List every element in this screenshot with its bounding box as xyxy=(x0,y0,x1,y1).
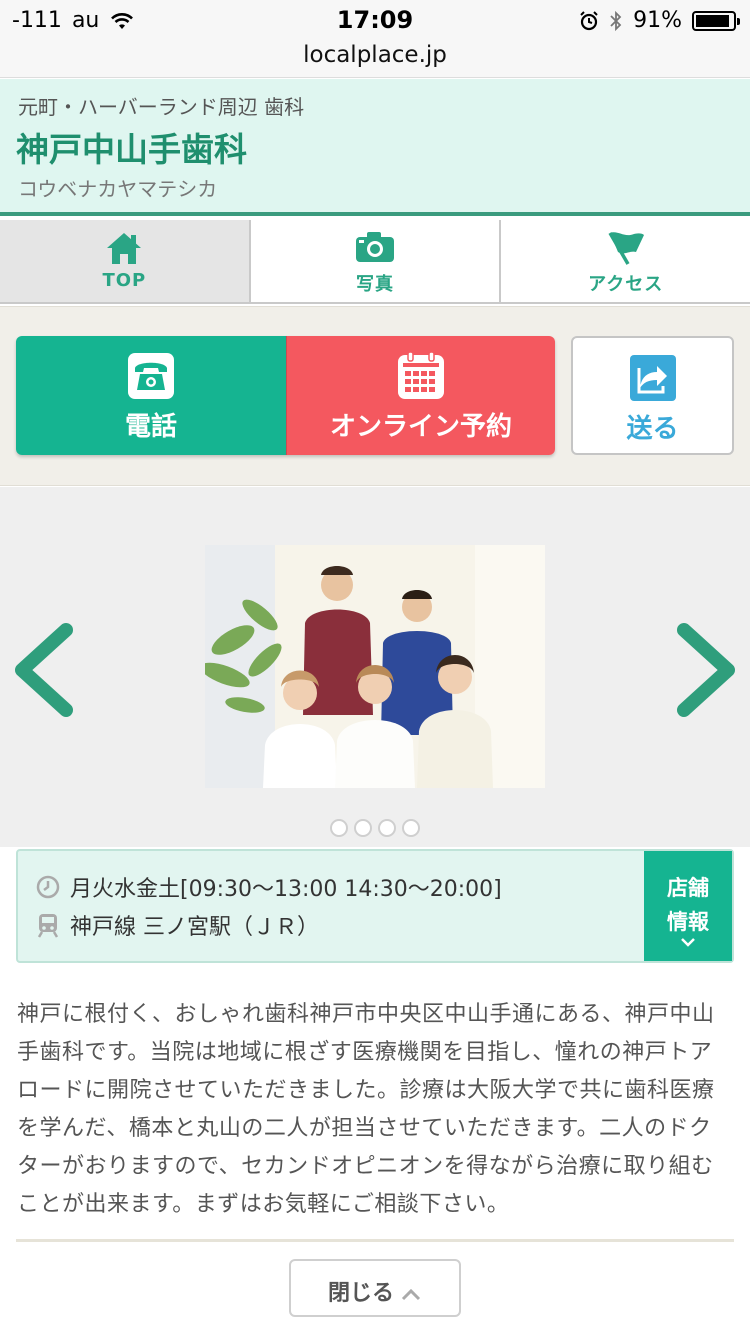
url-text: localplace.jp xyxy=(303,42,447,68)
calendar-icon xyxy=(398,352,444,399)
address-bar[interactable]: localplace.jp xyxy=(0,40,750,78)
share-icon xyxy=(629,355,676,401)
chevron-down-icon xyxy=(681,938,695,947)
phone-icon xyxy=(128,353,174,399)
section-divider xyxy=(16,1239,734,1242)
online-reservation-button[interactable]: オンライン予約 xyxy=(286,336,555,455)
tab-access-label: アクセス xyxy=(588,274,664,295)
carousel-dot[interactable] xyxy=(402,819,420,837)
carousel-dot[interactable] xyxy=(354,819,372,837)
close-label: 閉じる xyxy=(327,1281,394,1306)
tab-access[interactable]: アクセス xyxy=(501,220,750,302)
shop-description: 神戸に根付く、おしゃれ歯科神戸市中央区中山手通にある、神戸中山手歯科です。当院は… xyxy=(17,1002,715,1217)
clock-icon xyxy=(36,875,60,899)
tab-photo-label: 写真 xyxy=(356,274,394,295)
business-hours-row: 月火水金土[09:30〜13:00 14:30〜20:00] xyxy=(36,871,502,903)
send-label: 送る xyxy=(626,414,679,444)
action-panel: 電話 オンライン予約 送る xyxy=(0,306,750,486)
shop-summary: 月火水金土[09:30〜13:00 14:30〜20:00] 神戸線 三ノ宮駅（… xyxy=(16,849,734,963)
tab-top[interactable]: TOP xyxy=(0,220,251,302)
phone-label: 電話 xyxy=(124,412,177,442)
shop-header: 元町・ハーバーランド周辺 歯科 神戸中山手歯科 コウベナカヤマテシカ xyxy=(0,79,750,216)
flag-icon xyxy=(608,232,644,265)
staff-photo-image xyxy=(205,545,545,788)
home-icon xyxy=(107,233,142,264)
battery-level xyxy=(696,14,729,27)
chevron-up-icon xyxy=(401,1288,421,1301)
battery-percent: 91% xyxy=(633,8,682,33)
shop-info-label-1: 店舗 xyxy=(667,876,709,900)
shop-area-category: 元町・ハーバーランド周辺 歯科 xyxy=(18,95,305,119)
camera-icon xyxy=(356,232,394,262)
shop-info-button[interactable]: 店舗 情報 xyxy=(644,851,732,961)
battery-icon xyxy=(692,10,740,31)
staff-photo[interactable] xyxy=(205,545,545,788)
send-button[interactable]: 送る xyxy=(571,336,734,455)
business-hours: 月火水金土[09:30〜13:00 14:30〜20:00] xyxy=(70,877,502,902)
tab-photo[interactable]: 写真 xyxy=(250,220,502,302)
primary-actions: 電話 オンライン予約 xyxy=(16,336,555,455)
station-row: 神戸線 三ノ宮駅（ＪＲ） xyxy=(36,909,319,941)
shop-info-label-2: 情報 xyxy=(667,910,709,934)
nav-tabs: TOP 写真 アクセス xyxy=(0,220,750,304)
reservation-label: オンライン予約 xyxy=(329,412,512,442)
photo-carousel xyxy=(0,487,750,847)
carousel-dot[interactable] xyxy=(378,819,396,837)
shop-name-kana: コウベナカヤマテシカ xyxy=(18,177,218,201)
status-bar: -111 au 17:09 91% xyxy=(0,0,750,40)
chevron-left-icon[interactable] xyxy=(8,622,74,718)
close-button[interactable]: 閉じる xyxy=(289,1259,461,1317)
bluetooth-icon xyxy=(610,10,622,31)
train-icon xyxy=(37,914,59,938)
phone-button[interactable]: 電話 xyxy=(16,336,286,455)
carousel-dot[interactable] xyxy=(330,819,348,837)
shop-name: 神戸中山手歯科 xyxy=(16,130,247,169)
nearest-station: 神戸線 三ノ宮駅（ＪＲ） xyxy=(70,915,319,940)
chevron-right-icon[interactable] xyxy=(676,622,742,718)
tab-top-label: TOP xyxy=(102,270,147,291)
status-right: 91% xyxy=(579,8,740,33)
alarm-icon xyxy=(580,10,598,30)
carousel-pagination xyxy=(330,819,420,837)
